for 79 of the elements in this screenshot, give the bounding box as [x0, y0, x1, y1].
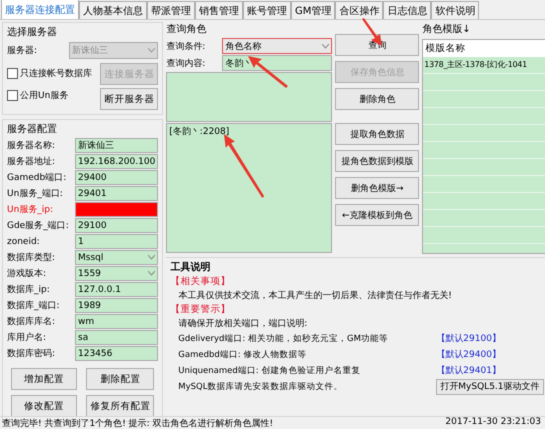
field-label: 服务器名称: — [7, 140, 56, 152]
tab[interactable]: 日志信息 — [383, 1, 432, 19]
field-label: Un服务_端口: — [7, 188, 64, 200]
tab[interactable]: 帮派管理 — [147, 1, 195, 19]
list-row[interactable]: 1378_主区-1378-[幻化-1041 — [423, 57, 545, 74]
config-button[interactable]: 修复所有配置 — [86, 395, 154, 417]
action-button[interactable]: 提角色数据到模版 — [335, 150, 420, 172]
group-title: 选择服务器 — [7, 26, 58, 39]
port-description: Uniquenamed端口: 创建角色验证用户名重复 — [178, 364, 362, 376]
info-text: MySQL数据库请先安装数据库驱动文件。 — [178, 380, 344, 392]
driver-button[interactable]: 打开MySQL5.1驱动文件 — [436, 378, 544, 394]
field-label: Un服务_ip: — [7, 204, 54, 216]
tab[interactable]: 合区操作 — [335, 1, 384, 19]
tab[interactable]: 销售管理 — [195, 1, 243, 19]
field-label: 库用户名: — [7, 332, 48, 344]
warning-heading: 【重要警示】 — [170, 303, 232, 316]
action-button[interactable]: 删角色模版→ — [335, 177, 420, 199]
input-field[interactable]: 123456 — [75, 346, 158, 361]
config-button[interactable]: 增加配置 — [11, 368, 78, 390]
field-label: 数据库库名: — [7, 316, 56, 328]
chevron-icon — [148, 271, 156, 276]
config-button[interactable]: 删除配置 — [86, 368, 154, 390]
list-title: 角色模版↓ — [422, 22, 472, 36]
tab[interactable]: 人物基本信息 — [79, 1, 147, 19]
column-header: 模版名称 — [423, 40, 545, 57]
chevron-icon — [148, 255, 156, 260]
config-button[interactable]: 修改配置 — [11, 395, 78, 417]
chevron-icon — [322, 44, 330, 48]
field-label: zoneid: — [7, 236, 41, 246]
default-port: 【默认29401】 — [436, 364, 501, 377]
field-label: Gamedb端口: — [7, 172, 68, 184]
input-field[interactable]: 新诛仙三 — [75, 138, 158, 153]
input-field[interactable]: 29400 — [75, 170, 158, 185]
input-field[interactable]: 29401 — [75, 186, 158, 201]
field-label: 服务器: — [7, 44, 38, 56]
annotation-arrow — [248, 56, 288, 88]
action-button[interactable]: 删除角色 — [335, 88, 420, 110]
dropdown[interactable]: 1559 — [75, 266, 158, 281]
field-label: 数据库密码: — [7, 348, 56, 360]
field-label: 数据库_端口: — [7, 300, 61, 312]
chevron-icon — [148, 48, 156, 52]
annotation-arrow — [222, 134, 266, 198]
info-text: 本工具仅供技术交流，本工具产生的一切后果、法律责任与作者无关! — [177, 290, 453, 302]
port-description: Gdeliveryd端口: 相关功能，如秒充元宝，GM功能等 — [178, 332, 389, 344]
tab[interactable]: 账号管理 — [243, 1, 291, 19]
section-title: 工具说明 — [170, 260, 212, 274]
port-description: Gamedbd端口: 修改人物数据等 — [178, 348, 308, 360]
tab[interactable]: 服务器连接配置 — [1, 0, 79, 19]
status-time: 2017-11-30 23:21:03 — [445, 417, 541, 429]
dropdown[interactable]: Mssql — [75, 250, 158, 265]
tab[interactable]: GM管理 — [291, 1, 336, 19]
warning-heading: 【相关事项】 — [170, 275, 232, 288]
field-label: 查询条件: — [166, 40, 206, 52]
input-field[interactable]: 1 — [75, 234, 158, 249]
input-field[interactable] — [75, 202, 158, 217]
input-field[interactable]: wm — [75, 314, 158, 329]
result-item[interactable]: [冬韵丶:2208] — [169, 125, 330, 138]
field-label: 数据库类型: — [7, 252, 56, 264]
field-label: 游戏版本: — [7, 268, 48, 280]
input-field[interactable]: sa — [75, 330, 158, 345]
action-button[interactable]: 提取角色数据 — [335, 123, 420, 145]
input-field[interactable]: 1989 — [75, 298, 158, 313]
group-title: 服务器配置 — [7, 122, 58, 136]
action-button[interactable]: ←克隆模板到角色 — [335, 204, 420, 226]
input-field[interactable]: 29100 — [75, 218, 158, 233]
default-port: 【默认29100】 — [436, 332, 501, 345]
input-field[interactable]: 127.0.0.1 — [75, 282, 158, 297]
field-label: 查询内容: — [166, 58, 206, 70]
field-label: 数据库_ip: — [7, 284, 51, 296]
dropdown[interactable]: 角色名称 — [222, 38, 332, 54]
input-field[interactable]: 192.168.200.100 — [75, 154, 158, 169]
group-title: 查询角色 — [166, 22, 208, 36]
info-text: 请确保开放相关端口，端口说明: — [177, 318, 308, 330]
input-field[interactable]: 冬韵丶 — [222, 55, 332, 71]
tab[interactable]: 软件说明 — [431, 1, 480, 19]
default-port: 【默认29400】 — [436, 348, 501, 361]
status-message: 查询完毕! 共查询到了1个角色! 提示: 双击角色名进行解析角色属性! — [2, 418, 274, 429]
field-label: Gde服务_端口: — [7, 220, 70, 232]
field-label: 服务器地址: — [7, 156, 56, 168]
